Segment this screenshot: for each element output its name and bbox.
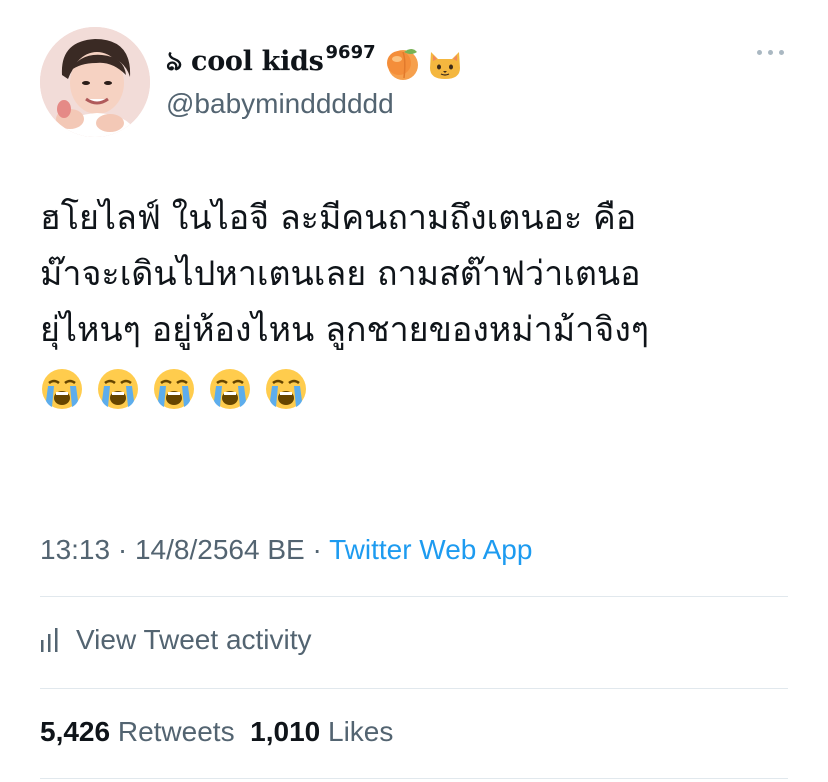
- tweet-text-line: ม๊าจะเดินไปหาเตนเลย ถามสต๊าฟว่าเตนอ: [40, 254, 641, 294]
- tweet-meta: 13:13 · 14/8/2564 BE · Twitter Web App: [40, 530, 532, 570]
- tweet-stats: 5,426 Retweets 1,010 Likes: [40, 712, 393, 752]
- tweet-time[interactable]: 13:13: [40, 534, 110, 565]
- meta-separator: ·: [110, 534, 135, 565]
- author-name-suffix: 9697: [325, 42, 376, 63]
- retweets-stat[interactable]: 5,426 Retweets: [40, 716, 235, 747]
- tweet-source-link[interactable]: Twitter Web App: [329, 534, 532, 565]
- retweets-label: Retweets: [117, 716, 235, 747]
- more-dot: [768, 50, 773, 55]
- author-handle[interactable]: @babymindddddd: [166, 84, 394, 124]
- view-tweet-activity-button[interactable]: View Tweet activity: [40, 620, 312, 660]
- tweet-detail: ঌ cool kids 9697 @babymindddddd ฮโยไลฟ์ …: [0, 0, 828, 782]
- divider: [40, 688, 788, 689]
- tweet-text-line: ฮโยไลฟ์ ในไอจี ละมีคนถามถึงเตนอะ คือ: [40, 198, 637, 238]
- tweet-emoji-row: [40, 367, 308, 411]
- tweet-text-line: ยุ่ไหนๆ อยู่ห้องไหน ลูกชายของหม่าม้าจิงๆ: [40, 310, 650, 350]
- loudly-crying-face-emoji-icon: [96, 367, 140, 411]
- loudly-crying-face-emoji-icon: [152, 367, 196, 411]
- author-display-name[interactable]: ঌ cool kids: [166, 40, 324, 84]
- peach-emoji-icon: [384, 44, 422, 82]
- tweet-text: ฮโยไลฟ์ ในไอจี ละมีคนถามถึงเตนอะ คือ ม๊า…: [40, 190, 800, 358]
- likes-stat[interactable]: 1,010 Likes: [250, 716, 393, 747]
- view-tweet-activity-label: View Tweet activity: [76, 624, 312, 655]
- more-dot: [757, 50, 762, 55]
- likes-label: Likes: [328, 716, 394, 747]
- loudly-crying-face-emoji-icon: [264, 367, 308, 411]
- more-dot: [779, 50, 784, 55]
- loudly-crying-face-emoji-icon: [40, 367, 84, 411]
- avatar[interactable]: [40, 27, 150, 137]
- bar-chart-icon: [41, 628, 58, 652]
- divider: [40, 596, 788, 597]
- cat-face-emoji-icon: [426, 44, 464, 82]
- divider: [40, 778, 788, 779]
- author-name-row[interactable]: ঌ cool kids 9697: [166, 40, 464, 84]
- meta-separator: ·: [304, 534, 330, 565]
- retweets-count: 5,426: [40, 716, 111, 747]
- more-options-icon[interactable]: [757, 50, 784, 55]
- tweet-date[interactable]: 14/8/2564 BE: [135, 534, 305, 565]
- loudly-crying-face-emoji-icon: [208, 367, 252, 411]
- likes-count: 1,010: [250, 716, 321, 747]
